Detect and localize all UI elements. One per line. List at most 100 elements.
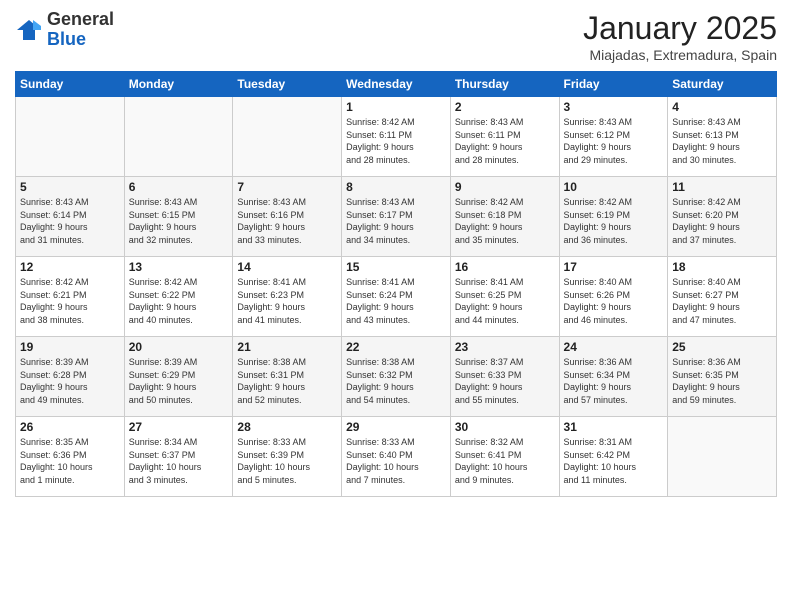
day-number: 25 — [672, 340, 772, 354]
cell-4-3: 29 Sunrise: 8:33 AM Sunset: 6:40 PM Dayli… — [342, 417, 451, 497]
week-row-1: 5 Sunrise: 8:43 AM Sunset: 6:14 PM Daylig… — [16, 177, 777, 257]
cell-4-4: 30Sunrise: 8:32 AM Sunset: 6:41 PM Dayli… — [450, 417, 559, 497]
day-info: Sunrise: 8:43 AM Sunset: 6:11 PM Dayligh… — [455, 116, 555, 166]
day-number: 29 — [346, 420, 446, 434]
day-info: Sunrise: 8:41 AM Sunset: 6:23 PM Dayligh… — [237, 276, 337, 326]
day-number: 15 — [346, 260, 446, 274]
title-block: January 2025 Miajadas, Extremadura, Spai… — [583, 10, 777, 63]
day-info: Sunrise: 8:42 AM Sunset: 6:19 PM Dayligh… — [564, 196, 664, 246]
day-number: 14 — [237, 260, 337, 274]
header-sunday: Sunday — [16, 72, 125, 97]
cell-1-1: 6Sunrise: 8:43 AM Sunset: 6:15 PM Daylig… — [124, 177, 233, 257]
day-info: Sunrise: 8:33 AM Sunset: 6:39 PM Dayligh… — [237, 436, 337, 486]
cell-3-1: 20Sunrise: 8:39 AM Sunset: 6:29 PM Dayli… — [124, 337, 233, 417]
cell-0-4: 2 Sunrise: 8:43 AM Sunset: 6:11 PM Daylig… — [450, 97, 559, 177]
calendar-title: January 2025 — [583, 10, 777, 47]
cell-0-6: 4Sunrise: 8:43 AM Sunset: 6:13 PM Daylig… — [668, 97, 777, 177]
week-row-3: 19 Sunrise: 8:39 AM Sunset: 6:28 PM Dayli… — [16, 337, 777, 417]
day-number: 19 — [20, 340, 120, 354]
logo-blue-text: Blue — [47, 29, 86, 49]
calendar-body: 1 Sunrise: 8:42 AM Sunset: 6:11 PM Daylig… — [16, 97, 777, 497]
day-number: 2 — [455, 100, 555, 114]
day-number: 11 — [672, 180, 772, 194]
day-info: Sunrise: 8:40 AM Sunset: 6:26 PM Dayligh… — [564, 276, 664, 326]
day-info: Sunrise: 8:42 AM Sunset: 6:22 PM Dayligh… — [129, 276, 229, 326]
day-number: 13 — [129, 260, 229, 274]
cell-2-5: 17 Sunrise: 8:40 AM Sunset: 6:26 PM Dayli… — [559, 257, 668, 337]
day-number: 7 — [237, 180, 337, 194]
cell-0-3: 1 Sunrise: 8:42 AM Sunset: 6:11 PM Daylig… — [342, 97, 451, 177]
day-info: Sunrise: 8:43 AM Sunset: 6:16 PM Dayligh… — [237, 196, 337, 246]
day-info: Sunrise: 8:37 AM Sunset: 6:33 PM Dayligh… — [455, 356, 555, 406]
cell-0-2 — [233, 97, 342, 177]
header-wednesday: Wednesday — [342, 72, 451, 97]
day-info: Sunrise: 8:43 AM Sunset: 6:14 PM Dayligh… — [20, 196, 120, 246]
day-number: 28 — [237, 420, 337, 434]
cell-4-6 — [668, 417, 777, 497]
day-info: Sunrise: 8:42 AM Sunset: 6:18 PM Dayligh… — [455, 196, 555, 246]
cell-1-0: 5 Sunrise: 8:43 AM Sunset: 6:14 PM Daylig… — [16, 177, 125, 257]
day-number: 31 — [564, 420, 664, 434]
day-info: Sunrise: 8:41 AM Sunset: 6:25 PM Dayligh… — [455, 276, 555, 326]
cell-1-4: 9Sunrise: 8:42 AM Sunset: 6:18 PM Daylig… — [450, 177, 559, 257]
week-row-4: 26Sunrise: 8:35 AM Sunset: 6:36 PM Dayli… — [16, 417, 777, 497]
cell-2-6: 18 Sunrise: 8:40 AM Sunset: 6:27 PM Dayli… — [668, 257, 777, 337]
cell-3-0: 19 Sunrise: 8:39 AM Sunset: 6:28 PM Dayli… — [16, 337, 125, 417]
day-info: Sunrise: 8:42 AM Sunset: 6:20 PM Dayligh… — [672, 196, 772, 246]
day-info: Sunrise: 8:42 AM Sunset: 6:11 PM Dayligh… — [346, 116, 446, 166]
cell-1-3: 8Sunrise: 8:43 AM Sunset: 6:17 PM Daylig… — [342, 177, 451, 257]
day-info: Sunrise: 8:33 AM Sunset: 6:40 PM Dayligh… — [346, 436, 446, 486]
logo-icon — [15, 16, 43, 44]
day-number: 1 — [346, 100, 446, 114]
logo: General Blue — [15, 10, 114, 50]
week-row-2: 12Sunrise: 8:42 AM Sunset: 6:21 PM Dayli… — [16, 257, 777, 337]
day-number: 5 — [20, 180, 120, 194]
cell-0-1 — [124, 97, 233, 177]
cell-2-2: 14 Sunrise: 8:41 AM Sunset: 6:23 PM Dayli… — [233, 257, 342, 337]
header-thursday: Thursday — [450, 72, 559, 97]
cell-4-1: 27Sunrise: 8:34 AM Sunset: 6:37 PM Dayli… — [124, 417, 233, 497]
day-number: 4 — [672, 100, 772, 114]
day-number: 17 — [564, 260, 664, 274]
cell-0-5: 3 Sunrise: 8:43 AM Sunset: 6:12 PM Daylig… — [559, 97, 668, 177]
day-info: Sunrise: 8:39 AM Sunset: 6:29 PM Dayligh… — [129, 356, 229, 406]
day-number: 10 — [564, 180, 664, 194]
day-info: Sunrise: 8:43 AM Sunset: 6:12 PM Dayligh… — [564, 116, 664, 166]
cell-4-0: 26Sunrise: 8:35 AM Sunset: 6:36 PM Dayli… — [16, 417, 125, 497]
day-info: Sunrise: 8:39 AM Sunset: 6:28 PM Dayligh… — [20, 356, 120, 406]
cell-3-6: 25 Sunrise: 8:36 AM Sunset: 6:35 PM Dayli… — [668, 337, 777, 417]
day-number: 27 — [129, 420, 229, 434]
cell-0-0 — [16, 97, 125, 177]
logo-text: General Blue — [47, 10, 114, 50]
cell-1-6: 11 Sunrise: 8:42 AM Sunset: 6:20 PM Dayli… — [668, 177, 777, 257]
header-monday: Monday — [124, 72, 233, 97]
day-info: Sunrise: 8:40 AM Sunset: 6:27 PM Dayligh… — [672, 276, 772, 326]
cell-3-4: 23Sunrise: 8:37 AM Sunset: 6:33 PM Dayli… — [450, 337, 559, 417]
day-info: Sunrise: 8:43 AM Sunset: 6:17 PM Dayligh… — [346, 196, 446, 246]
day-number: 3 — [564, 100, 664, 114]
header-saturday: Saturday — [668, 72, 777, 97]
cell-1-5: 10 Sunrise: 8:42 AM Sunset: 6:19 PM Dayli… — [559, 177, 668, 257]
day-info: Sunrise: 8:36 AM Sunset: 6:35 PM Dayligh… — [672, 356, 772, 406]
calendar-table: Sunday Monday Tuesday Wednesday Thursday… — [15, 71, 777, 497]
day-info: Sunrise: 8:31 AM Sunset: 6:42 PM Dayligh… — [564, 436, 664, 486]
week-row-0: 1 Sunrise: 8:42 AM Sunset: 6:11 PM Daylig… — [16, 97, 777, 177]
header-row: Sunday Monday Tuesday Wednesday Thursday… — [16, 72, 777, 97]
cell-4-2: 28 Sunrise: 8:33 AM Sunset: 6:39 PM Dayli… — [233, 417, 342, 497]
header: General Blue January 2025 Miajadas, Extr… — [15, 10, 777, 63]
page: General Blue January 2025 Miajadas, Extr… — [0, 0, 792, 612]
day-info: Sunrise: 8:35 AM Sunset: 6:36 PM Dayligh… — [20, 436, 120, 486]
day-info: Sunrise: 8:41 AM Sunset: 6:24 PM Dayligh… — [346, 276, 446, 326]
cell-3-5: 24Sunrise: 8:36 AM Sunset: 6:34 PM Dayli… — [559, 337, 668, 417]
cell-3-3: 22Sunrise: 8:38 AM Sunset: 6:32 PM Dayli… — [342, 337, 451, 417]
day-number: 16 — [455, 260, 555, 274]
day-number: 21 — [237, 340, 337, 354]
cell-2-3: 15 Sunrise: 8:41 AM Sunset: 6:24 PM Dayli… — [342, 257, 451, 337]
day-number: 12 — [20, 260, 120, 274]
cell-1-2: 7 Sunrise: 8:43 AM Sunset: 6:16 PM Daylig… — [233, 177, 342, 257]
cell-3-2: 21Sunrise: 8:38 AM Sunset: 6:31 PM Dayli… — [233, 337, 342, 417]
day-number: 18 — [672, 260, 772, 274]
cell-2-4: 16 Sunrise: 8:41 AM Sunset: 6:25 PM Dayli… — [450, 257, 559, 337]
header-friday: Friday — [559, 72, 668, 97]
day-number: 6 — [129, 180, 229, 194]
